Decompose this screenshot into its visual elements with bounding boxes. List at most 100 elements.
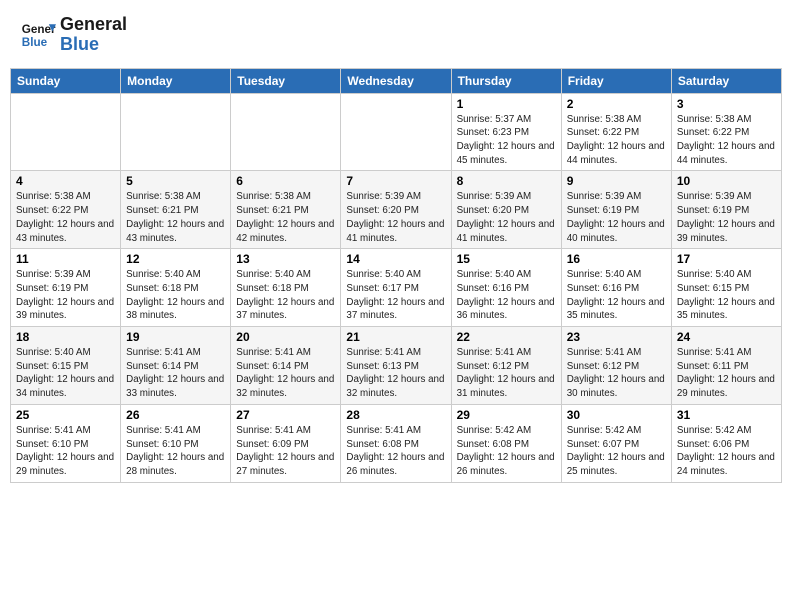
calendar-cell: 7Sunrise: 5:39 AM Sunset: 6:20 PM Daylig… — [341, 171, 451, 249]
day-info: Sunrise: 5:40 AM Sunset: 6:15 PM Dayligh… — [16, 346, 115, 401]
calendar-cell: 15 Sunrise: 5:40 AM Sunset: 6:16 PM Dayli… — [451, 249, 561, 327]
day-info: Sunrise: 5:40 AM Sunset: 6:16 PM Dayligh… — [567, 268, 666, 323]
calendar-cell: 20Sunrise: 5:41 AM Sunset: 6:14 PM Dayli… — [231, 327, 341, 405]
day-info: Sunrise: 5:41 AM Sunset: 6:10 PM Dayligh… — [16, 424, 115, 479]
day-number: 9 — [567, 174, 666, 188]
calendar-cell: 1 Sunrise: 5:37 AM Sunset: 6:23 PM Daylig… — [451, 93, 561, 171]
logo-icon: General Blue — [20, 17, 56, 53]
calendar-cell: 22 Sunrise: 5:41 AM Sunset: 6:12 PM Dayli… — [451, 327, 561, 405]
day-info: Sunrise: 5:38 AM Sunset: 6:21 PM Dayligh… — [236, 190, 335, 245]
calendar-cell: 13Sunrise: 5:40 AM Sunset: 6:18 PM Dayli… — [231, 249, 341, 327]
calendar-cell: 28 Sunrise: 5:41 AM Sunset: 6:08 PM Dayli… — [341, 404, 451, 482]
day-number: 10 — [677, 174, 776, 188]
calendar-week-row: 18 Sunrise: 5:40 AM Sunset: 6:15 PM Dayli… — [11, 327, 782, 405]
calendar-cell: 30Sunrise: 5:42 AM Sunset: 6:07 PM Dayli… — [561, 404, 671, 482]
day-info: Sunrise: 5:37 AM Sunset: 6:23 PM Dayligh… — [457, 113, 556, 168]
day-number: 8 — [457, 174, 556, 188]
day-number: 17 — [677, 252, 776, 266]
day-number: 21 — [346, 330, 445, 344]
calendar-cell: 5Sunrise: 5:38 AM Sunset: 6:21 PM Daylig… — [121, 171, 231, 249]
day-number: 3 — [677, 97, 776, 111]
calendar-cell: 19Sunrise: 5:41 AM Sunset: 6:14 PM Dayli… — [121, 327, 231, 405]
calendar-table: SundayMondayTuesdayWednesdayThursdayFrid… — [10, 68, 782, 483]
calendar-cell — [11, 93, 121, 171]
calendar-cell: 18 Sunrise: 5:40 AM Sunset: 6:15 PM Dayli… — [11, 327, 121, 405]
calendar-week-row: 25Sunrise: 5:41 AM Sunset: 6:10 PM Dayli… — [11, 404, 782, 482]
day-info: Sunrise: 5:41 AM Sunset: 6:14 PM Dayligh… — [126, 346, 225, 401]
day-number: 1 — [457, 97, 556, 111]
day-number: 13 — [236, 252, 335, 266]
calendar-cell: 31Sunrise: 5:42 AM Sunset: 6:06 PM Dayli… — [671, 404, 781, 482]
day-info: Sunrise: 5:41 AM Sunset: 6:10 PM Dayligh… — [126, 424, 225, 479]
calendar-header-row: SundayMondayTuesdayWednesdayThursdayFrid… — [11, 68, 782, 93]
calendar-cell: 25Sunrise: 5:41 AM Sunset: 6:10 PM Dayli… — [11, 404, 121, 482]
day-number: 4 — [16, 174, 115, 188]
day-number: 28 — [346, 408, 445, 422]
day-number: 14 — [346, 252, 445, 266]
day-number: 29 — [457, 408, 556, 422]
calendar-week-row: 11 Sunrise: 5:39 AM Sunset: 6:19 PM Dayli… — [11, 249, 782, 327]
day-number: 23 — [567, 330, 666, 344]
day-number: 12 — [126, 252, 225, 266]
day-of-week-header: Thursday — [451, 68, 561, 93]
calendar-cell: 24Sunrise: 5:41 AM Sunset: 6:11 PM Dayli… — [671, 327, 781, 405]
day-info: Sunrise: 5:40 AM Sunset: 6:16 PM Dayligh… — [457, 268, 556, 323]
day-info: Sunrise: 5:42 AM Sunset: 6:08 PM Dayligh… — [457, 424, 556, 479]
day-number: 2 — [567, 97, 666, 111]
day-number: 6 — [236, 174, 335, 188]
day-number: 22 — [457, 330, 556, 344]
day-info: Sunrise: 5:38 AM Sunset: 6:21 PM Dayligh… — [126, 190, 225, 245]
calendar-cell: 6 Sunrise: 5:38 AM Sunset: 6:21 PM Daylig… — [231, 171, 341, 249]
day-of-week-header: Monday — [121, 68, 231, 93]
day-number: 16 — [567, 252, 666, 266]
day-info: Sunrise: 5:41 AM Sunset: 6:12 PM Dayligh… — [457, 346, 556, 401]
day-number: 26 — [126, 408, 225, 422]
calendar-cell: 10 Sunrise: 5:39 AM Sunset: 6:19 PM Dayli… — [671, 171, 781, 249]
calendar-cell: 29 Sunrise: 5:42 AM Sunset: 6:08 PM Dayli… — [451, 404, 561, 482]
day-number: 15 — [457, 252, 556, 266]
day-of-week-header: Saturday — [671, 68, 781, 93]
day-info: Sunrise: 5:40 AM Sunset: 6:17 PM Dayligh… — [346, 268, 445, 323]
day-info: Sunrise: 5:41 AM Sunset: 6:09 PM Dayligh… — [236, 424, 335, 479]
page-header: General Blue General Blue — [10, 10, 782, 60]
calendar-cell: 23 Sunrise: 5:41 AM Sunset: 6:12 PM Dayli… — [561, 327, 671, 405]
day-of-week-header: Wednesday — [341, 68, 451, 93]
day-info: Sunrise: 5:39 AM Sunset: 6:19 PM Dayligh… — [567, 190, 666, 245]
calendar-cell: 16 Sunrise: 5:40 AM Sunset: 6:16 PM Dayli… — [561, 249, 671, 327]
day-info: Sunrise: 5:40 AM Sunset: 6:18 PM Dayligh… — [126, 268, 225, 323]
day-info: Sunrise: 5:39 AM Sunset: 6:19 PM Dayligh… — [677, 190, 776, 245]
calendar-cell: 21 Sunrise: 5:41 AM Sunset: 6:13 PM Dayli… — [341, 327, 451, 405]
day-info: Sunrise: 5:41 AM Sunset: 6:08 PM Dayligh… — [346, 424, 445, 479]
calendar-cell: 8Sunrise: 5:39 AM Sunset: 6:20 PM Daylig… — [451, 171, 561, 249]
day-number: 11 — [16, 252, 115, 266]
calendar-week-row: 1 Sunrise: 5:37 AM Sunset: 6:23 PM Daylig… — [11, 93, 782, 171]
calendar-cell: 14 Sunrise: 5:40 AM Sunset: 6:17 PM Dayli… — [341, 249, 451, 327]
day-info: Sunrise: 5:38 AM Sunset: 6:22 PM Dayligh… — [677, 113, 776, 168]
calendar-cell: 3 Sunrise: 5:38 AM Sunset: 6:22 PM Daylig… — [671, 93, 781, 171]
calendar-cell: 26 Sunrise: 5:41 AM Sunset: 6:10 PM Dayli… — [121, 404, 231, 482]
day-info: Sunrise: 5:41 AM Sunset: 6:13 PM Dayligh… — [346, 346, 445, 401]
day-info: Sunrise: 5:40 AM Sunset: 6:15 PM Dayligh… — [677, 268, 776, 323]
day-info: Sunrise: 5:39 AM Sunset: 6:19 PM Dayligh… — [16, 268, 115, 323]
day-of-week-header: Sunday — [11, 68, 121, 93]
calendar-cell: 9 Sunrise: 5:39 AM Sunset: 6:19 PM Daylig… — [561, 171, 671, 249]
day-number: 27 — [236, 408, 335, 422]
day-of-week-header: Tuesday — [231, 68, 341, 93]
logo-text: General Blue — [60, 15, 127, 55]
calendar-cell: 27 Sunrise: 5:41 AM Sunset: 6:09 PM Dayli… — [231, 404, 341, 482]
calendar-cell: 11 Sunrise: 5:39 AM Sunset: 6:19 PM Dayli… — [11, 249, 121, 327]
svg-text:Blue: Blue — [22, 36, 48, 49]
day-number: 30 — [567, 408, 666, 422]
calendar-cell — [121, 93, 231, 171]
day-number: 31 — [677, 408, 776, 422]
day-info: Sunrise: 5:41 AM Sunset: 6:11 PM Dayligh… — [677, 346, 776, 401]
day-number: 7 — [346, 174, 445, 188]
day-info: Sunrise: 5:41 AM Sunset: 6:12 PM Dayligh… — [567, 346, 666, 401]
day-of-week-header: Friday — [561, 68, 671, 93]
calendar-cell: 12 Sunrise: 5:40 AM Sunset: 6:18 PM Dayli… — [121, 249, 231, 327]
day-number: 18 — [16, 330, 115, 344]
logo: General Blue General Blue — [20, 15, 127, 55]
day-info: Sunrise: 5:38 AM Sunset: 6:22 PM Dayligh… — [567, 113, 666, 168]
day-info: Sunrise: 5:38 AM Sunset: 6:22 PM Dayligh… — [16, 190, 115, 245]
calendar-cell — [341, 93, 451, 171]
